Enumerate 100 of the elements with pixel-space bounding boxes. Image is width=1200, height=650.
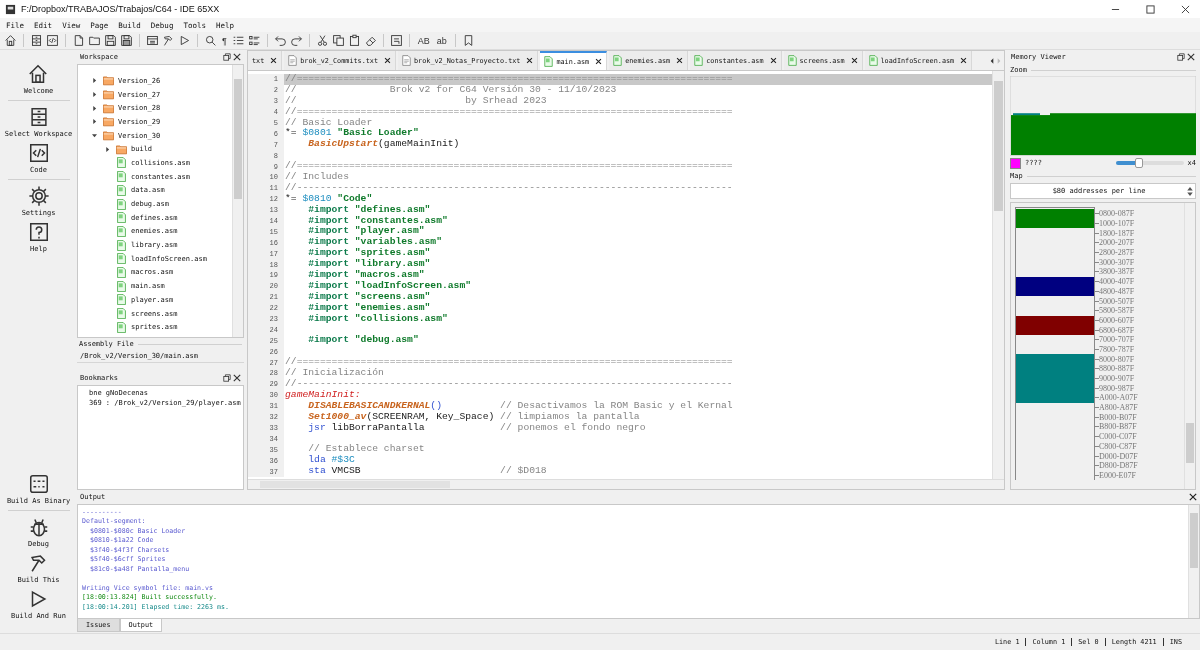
help-icon <box>27 221 50 243</box>
asm-file-icon <box>116 184 127 196</box>
address-label: 1800-187F <box>1099 228 1135 238</box>
code-line: //=========================================================================== <box>284 161 734 172</box>
toolbar-button[interactable]: ab <box>434 33 449 48</box>
code-line: #import "player.asm" <box>307 226 426 237</box>
code-line: // by Srhead 2023 <box>284 95 548 107</box>
block-icon[interactable] <box>389 34 403 47</box>
float-icon[interactable] <box>223 53 231 61</box>
cabinet-icon[interactable] <box>30 34 43 47</box>
expand-arrow-icon[interactable] <box>92 105 97 111</box>
copy-icon[interactable] <box>331 34 345 47</box>
code-icon[interactable] <box>46 34 59 47</box>
close-icon[interactable] <box>769 57 777 64</box>
vertical-scrollbar[interactable] <box>1184 203 1195 489</box>
redo-icon[interactable] <box>289 34 303 47</box>
checklist-icon[interactable] <box>247 34 261 47</box>
asm-file-icon <box>116 239 127 251</box>
scroll-left-icon[interactable] <box>989 57 994 64</box>
address-label: 6000-607F <box>1099 315 1135 325</box>
asm-file-icon <box>116 253 127 265</box>
home-icon <box>27 63 50 85</box>
zoom-slider[interactable] <box>1115 161 1184 165</box>
close-icon[interactable] <box>1189 493 1197 501</box>
folder-icon[interactable] <box>88 34 101 47</box>
vertical-scrollbar[interactable] <box>1188 505 1199 618</box>
panel-icon[interactable] <box>146 34 159 47</box>
asm-file-icon <box>787 55 797 66</box>
expand-arrow-icon[interactable] <box>105 146 110 152</box>
hammer-icon[interactable] <box>162 34 175 47</box>
folder-icon <box>116 143 127 155</box>
save-icon[interactable] <box>104 34 117 47</box>
close-icon[interactable] <box>595 58 603 65</box>
undo-icon[interactable] <box>273 34 287 47</box>
address-label: D000-D07F <box>1099 451 1138 461</box>
cut-icon[interactable] <box>315 34 329 47</box>
close-icon[interactable] <box>233 53 241 61</box>
close-icon[interactable] <box>850 57 858 64</box>
toolbar-button[interactable]: AB <box>415 33 432 48</box>
horizontal-scrollbar[interactable] <box>248 479 1004 489</box>
list-icon[interactable] <box>231 34 245 47</box>
eraser-icon[interactable] <box>363 34 377 47</box>
close-icon[interactable] <box>1187 53 1195 61</box>
vertical-scrollbar[interactable] <box>232 65 243 337</box>
expand-arrow-icon[interactable] <box>92 78 97 84</box>
code-line: #import "variables.asm" <box>307 237 443 248</box>
binary-icon <box>27 473 50 495</box>
folder-icon <box>103 75 114 87</box>
spin-arrows-icon[interactable] <box>1187 185 1193 197</box>
asm-file-icon <box>116 212 127 224</box>
save-all-icon[interactable] <box>120 34 133 47</box>
code-line: #import "defines.asm" <box>307 204 432 216</box>
vertical-scrollbar[interactable] <box>992 71 1004 479</box>
slider-thumb[interactable] <box>1135 158 1144 168</box>
toolbar-button[interactable]: ¶ <box>220 33 229 48</box>
address-label: B000-B07F <box>1099 412 1137 422</box>
float-icon[interactable] <box>223 374 231 382</box>
collapse-arrow-icon[interactable] <box>92 133 97 139</box>
close-icon[interactable] <box>270 57 278 64</box>
home-icon[interactable] <box>4 34 17 47</box>
code-line: *= $0801 "Basic Loader" <box>284 128 420 139</box>
app-icon <box>5 3 16 15</box>
code-line: lda #$3C <box>307 455 356 467</box>
code-line: #import "library.asm" <box>307 259 432 270</box>
maximize-icon[interactable] <box>1146 4 1155 14</box>
code-line: #import "sprites.asm" <box>307 248 432 259</box>
code-line: // Brok v2 for C64 Versión 30 - 11/10/2023 <box>284 84 618 96</box>
text-file-icon <box>288 55 298 66</box>
code-line: // Establece charset <box>307 444 426 455</box>
close-icon[interactable] <box>384 57 392 64</box>
text-file-icon <box>402 55 412 66</box>
address-label: 4800-487F <box>1099 286 1135 296</box>
expand-arrow-icon[interactable] <box>92 92 97 98</box>
code-line: Set1000_av(SCREENRAM, Key_Space) // limpiamos la pantalla <box>307 411 641 423</box>
asm-file-icon <box>116 225 127 237</box>
code-line: #import "loadInfoScreen.asm" <box>307 280 473 292</box>
asm-file-icon <box>694 55 704 66</box>
address-label: 0800-087F <box>1099 209 1135 219</box>
close-icon[interactable] <box>526 57 534 64</box>
search-icon[interactable] <box>204 34 217 47</box>
address-label: 5000-507F <box>1099 296 1135 306</box>
code-line: // Includes <box>284 172 350 183</box>
play-icon[interactable] <box>178 34 191 47</box>
expand-arrow-icon[interactable] <box>92 119 97 125</box>
float-icon[interactable] <box>1177 53 1185 61</box>
close-icon[interactable] <box>233 374 241 382</box>
code-line: #import "constantes.asm" <box>307 215 449 226</box>
close-icon[interactable] <box>676 57 684 64</box>
asm-file-icon <box>613 55 623 66</box>
paste-icon[interactable] <box>347 34 361 47</box>
close-icon[interactable] <box>960 57 968 64</box>
address-label: 2000-207F <box>1099 238 1135 248</box>
asm-file-icon <box>116 280 127 292</box>
close-icon[interactable] <box>1181 4 1190 14</box>
code-line: #import "macros.asm" <box>307 270 426 281</box>
folder-icon <box>103 116 114 128</box>
address-label: 7000-707F <box>1099 335 1135 345</box>
address-label: 5800-587F <box>1099 306 1135 316</box>
code-icon <box>27 142 50 164</box>
new-file-icon[interactable] <box>72 34 85 47</box>
